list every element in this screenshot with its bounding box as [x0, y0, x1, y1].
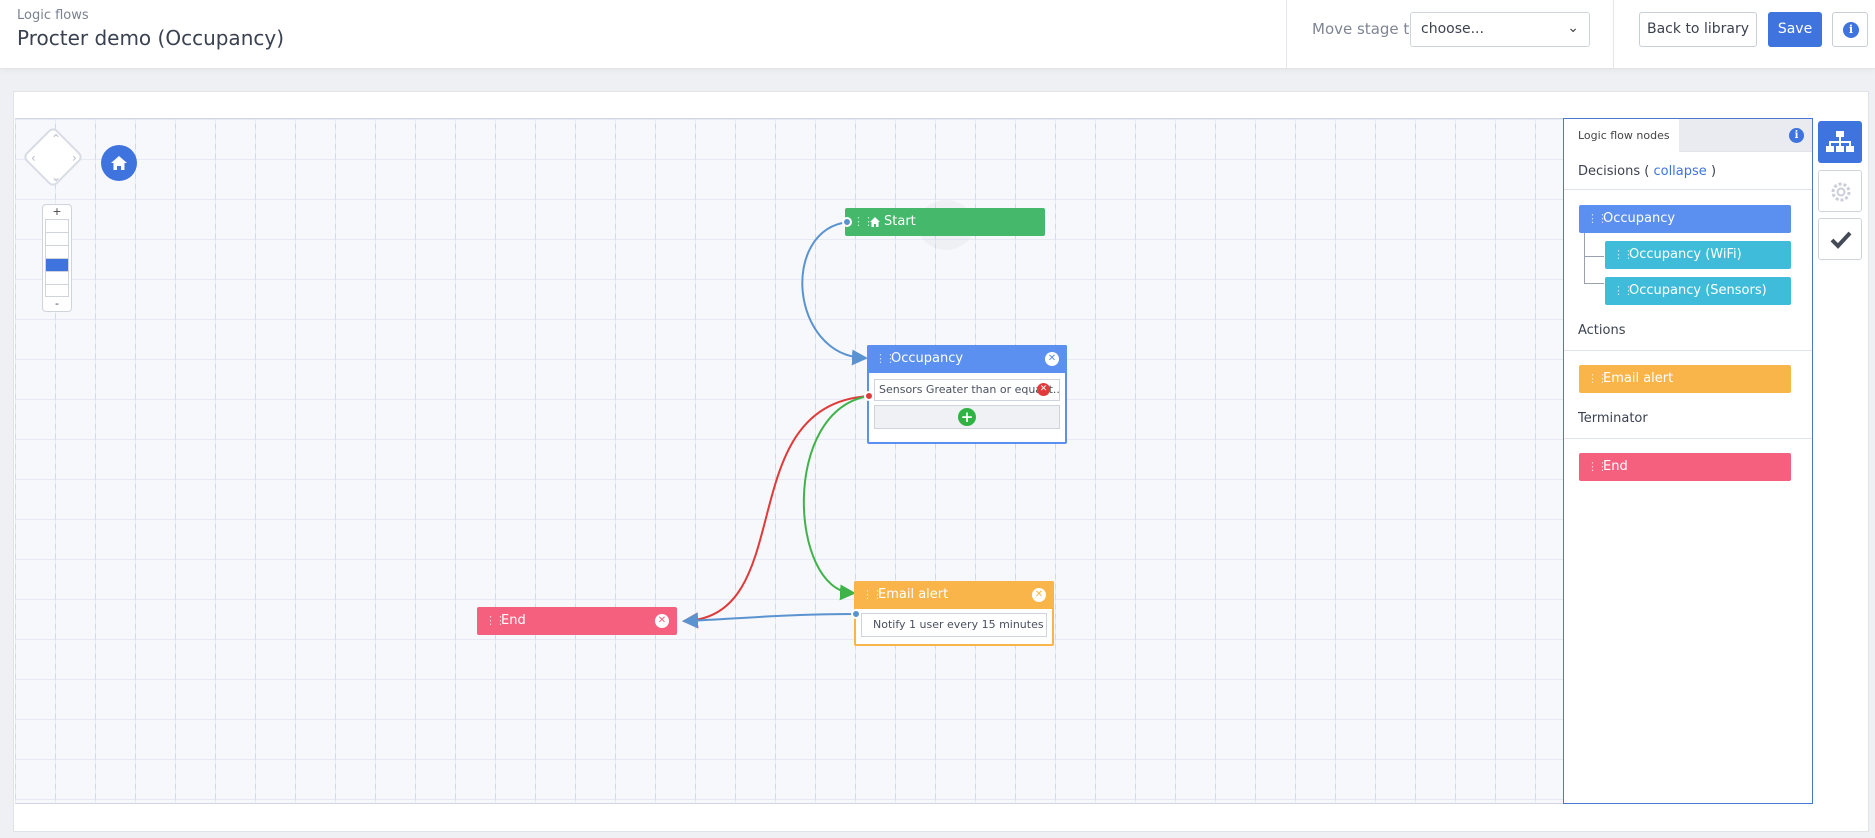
header-divider	[1286, 0, 1287, 69]
node-label: Email alert	[878, 587, 949, 602]
gear-icon	[1831, 182, 1851, 202]
drag-handle-icon[interactable]: ⋮⋮	[875, 345, 896, 373]
collapse-link[interactable]: collapse	[1653, 164, 1706, 179]
node-label: Start	[884, 214, 916, 229]
palette-item-occupancy-sensors[interactable]: ⋮⋮ Occupancy (Sensors)	[1605, 277, 1791, 305]
drag-handle-icon: ⋮⋮	[1613, 284, 1634, 297]
flow-tree-icon	[1826, 131, 1854, 152]
zoom-slider[interactable]	[45, 219, 69, 297]
terminator-heading: Terminator	[1578, 411, 1648, 426]
actions-heading: Actions	[1578, 323, 1626, 338]
back-to-library-button[interactable]: Back to library	[1639, 12, 1757, 47]
flow-nodes-tool-button[interactable]	[1818, 121, 1862, 163]
end-node[interactable]: ⋮⋮ End ✕	[477, 607, 677, 635]
save-button[interactable]: Save	[1768, 12, 1822, 47]
tab-logic-flow-nodes[interactable]: Logic flow nodes	[1564, 119, 1679, 152]
drag-handle-icon[interactable]: ⋮⋮	[862, 581, 883, 609]
validate-tool-button[interactable]	[1818, 218, 1862, 260]
pan-up-icon[interactable]: ⌃	[51, 132, 61, 146]
decisions-heading: Decisions ( collapse )	[1578, 164, 1717, 179]
zoom-control: + -	[42, 204, 72, 312]
palette-tabs: Logic flow nodes i	[1564, 119, 1812, 152]
info-button[interactable]: i	[1832, 12, 1868, 47]
remove-condition-icon[interactable]: ✕	[1037, 383, 1050, 396]
top-bar: Logic flows Procter demo (Occupancy) Mov…	[0, 0, 1875, 69]
header-divider	[1613, 0, 1614, 69]
start-node[interactable]: ⋮⋮ Start	[845, 208, 1045, 236]
node-palette: Logic flow nodes i Decisions ( collapse …	[1563, 118, 1813, 804]
action-detail-text: Notify 1 user every 15 minutes	[873, 618, 1044, 631]
action-detail[interactable]: Notify 1 user every 15 minutes	[861, 613, 1047, 637]
page-title: Procter demo (Occupancy)	[17, 26, 285, 50]
home-icon	[870, 217, 880, 227]
condition-row[interactable]: Sensors Greater than or equal t...	[874, 379, 1060, 401]
drag-handle-icon: ⋮⋮	[1613, 248, 1634, 261]
checkmark-icon	[1830, 231, 1852, 249]
node-label: Occupancy	[891, 351, 964, 366]
drag-handle-icon: ⋮⋮	[1587, 372, 1608, 385]
plus-icon: +	[958, 408, 976, 426]
input-port[interactable]	[864, 391, 874, 401]
pan-right-icon[interactable]: ›	[72, 151, 77, 165]
info-icon: i	[1843, 22, 1859, 38]
output-port[interactable]	[842, 217, 852, 227]
pan-left-icon[interactable]: ‹	[31, 151, 36, 165]
pan-down-icon[interactable]: ⌄	[51, 170, 61, 184]
palette-item-occupancy-wifi[interactable]: ⋮⋮ Occupancy (WiFi)	[1605, 241, 1791, 269]
palette-item-email-alert[interactable]: ⋮⋮ Email alert	[1579, 365, 1791, 393]
breadcrumb[interactable]: Logic flows	[17, 8, 89, 23]
condition-text: Sensors Greater than or equal t...	[879, 383, 1060, 396]
palette-item-end[interactable]: ⋮⋮ End	[1579, 453, 1791, 481]
palette-item-occupancy[interactable]: ⋮⋮ Occupancy	[1579, 205, 1791, 233]
zoom-level-indicator	[46, 259, 68, 272]
input-port[interactable]	[851, 609, 861, 619]
info-icon[interactable]: i	[1789, 128, 1804, 143]
drag-handle-icon: ⋮⋮	[1587, 460, 1608, 473]
chevron-down-icon: ⌄	[1567, 20, 1579, 36]
stage-select-value: choose...	[1421, 21, 1484, 37]
drag-handle-icon: ⋮⋮	[1587, 212, 1608, 225]
stage-select[interactable]: choose... ⌄	[1410, 12, 1590, 47]
flow-canvas[interactable]	[15, 118, 1563, 804]
occupancy-node-header[interactable]: ⋮⋮ Occupancy ✕	[867, 345, 1067, 373]
email-alert-node-header[interactable]: ⋮⋮ Email alert ✕	[854, 581, 1054, 609]
drag-handle-icon[interactable]: ⋮⋮	[485, 607, 506, 635]
home-icon	[111, 156, 127, 170]
add-condition-button[interactable]: +	[874, 405, 1060, 429]
zoom-in-button[interactable]: +	[43, 205, 71, 219]
close-icon[interactable]: ✕	[1032, 588, 1046, 602]
move-stage-label: Move stage to	[1312, 20, 1419, 38]
home-button[interactable]	[101, 145, 137, 181]
close-icon[interactable]: ✕	[1045, 352, 1059, 366]
settings-tool-button[interactable]	[1818, 170, 1862, 212]
close-icon[interactable]: ✕	[655, 614, 669, 628]
zoom-out-button[interactable]: -	[43, 297, 71, 311]
